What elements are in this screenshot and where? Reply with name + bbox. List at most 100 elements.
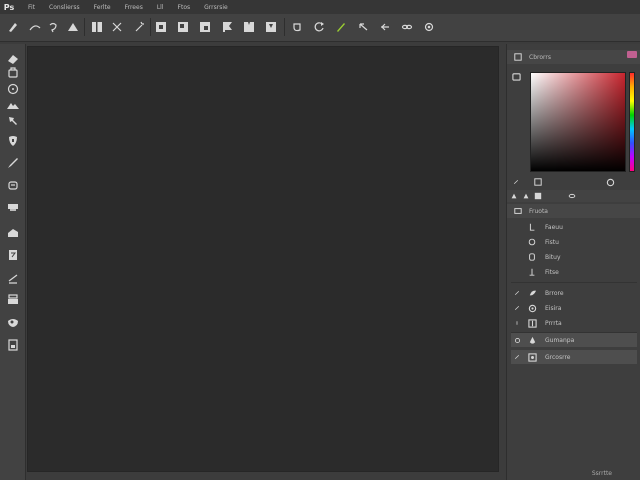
shape-icon[interactable]	[290, 20, 304, 34]
cross-icon[interactable]	[110, 20, 124, 34]
color-panel-header[interactable]: Cbrorrs	[507, 50, 640, 64]
rectangle-icon[interactable]	[5, 200, 21, 214]
frame-icon[interactable]	[198, 20, 212, 34]
tick-icon[interactable]	[511, 287, 523, 299]
target-icon[interactable]	[605, 177, 615, 187]
layer-label: Eisira	[545, 304, 562, 312]
menu-item-select[interactable]: Ftos	[178, 4, 191, 11]
menu-item-layer[interactable]: Frrees	[125, 4, 143, 11]
layers-panel-title: Fruota	[529, 207, 548, 215]
menu-item-type[interactable]: Lll	[157, 4, 164, 11]
right-panel: Cbrorrs Fruota Faeuu Fistu Bituy Fitse B…	[506, 44, 640, 480]
panel-icon[interactable]	[90, 20, 104, 34]
paint-icon[interactable]	[5, 226, 21, 240]
stamp-icon[interactable]	[5, 66, 21, 80]
layer-row[interactable]: Eisira	[511, 301, 637, 315]
move-icon[interactable]	[5, 114, 21, 128]
swatch-icon[interactable]	[627, 51, 637, 58]
rotate-icon[interactable]	[312, 20, 326, 34]
menu-item-file[interactable]: Fit	[28, 4, 35, 11]
color-controls	[507, 176, 640, 188]
frame-icon[interactable]	[176, 20, 190, 34]
layers-icon[interactable]	[5, 292, 21, 306]
mountain-icon[interactable]	[5, 98, 21, 112]
eyedropper-icon[interactable]	[512, 72, 521, 81]
pen-icon[interactable]	[334, 20, 348, 34]
layer-visibility[interactable]	[511, 251, 523, 263]
triangle-icon[interactable]	[509, 191, 519, 201]
tick-icon[interactable]	[511, 351, 523, 363]
link-icon[interactable]	[400, 20, 414, 34]
layer-row[interactable]: Prrrta	[511, 316, 637, 330]
menu-bar: Ps Fit Conslierss Ferlte Frrees Lll Ftos…	[0, 0, 640, 14]
palette-icon[interactable]	[5, 316, 21, 330]
bucket-icon[interactable]	[5, 178, 21, 192]
document-icon[interactable]	[5, 248, 21, 262]
layer-thumb-icon	[527, 352, 537, 362]
layer-row[interactable]: Faeuu	[511, 220, 637, 234]
document-canvas[interactable]	[27, 46, 499, 472]
gear-icon[interactable]	[422, 20, 436, 34]
layer-visibility[interactable]	[511, 236, 523, 248]
file-icon[interactable]	[5, 338, 21, 352]
layer-label: Grcosrre	[545, 353, 571, 361]
frame-icon[interactable]	[154, 20, 168, 34]
layer-visibility[interactable]	[511, 221, 523, 233]
lasso-icon[interactable]	[46, 20, 60, 34]
panel-tabs	[507, 190, 640, 202]
link-icon[interactable]	[567, 191, 577, 201]
triangle-icon[interactable]	[66, 20, 80, 34]
wand-icon[interactable]	[132, 20, 146, 34]
square-icon[interactable]	[533, 191, 543, 201]
layer-thumb-icon	[527, 288, 537, 298]
menu-item-filter[interactable]: Grrsrsie	[204, 4, 228, 11]
menu-item-edit[interactable]: Conslierss	[49, 4, 80, 11]
tick-icon[interactable]	[511, 302, 523, 314]
layer-row[interactable]: Bituy	[511, 250, 637, 264]
layer-row[interactable]: Brrore	[511, 286, 637, 300]
layers-panel-header[interactable]: Fruota	[507, 204, 640, 218]
eraser-icon[interactable]	[5, 52, 21, 66]
color-field[interactable]	[530, 72, 626, 172]
layer-row[interactable]: Fistu	[511, 235, 637, 249]
path-icon[interactable]	[28, 20, 42, 34]
hue-slider[interactable]	[629, 72, 635, 172]
circle-icon[interactable]	[5, 82, 21, 96]
tool-options-bar	[0, 14, 640, 42]
status-text: Ssrrtte	[591, 469, 612, 477]
brush-icon[interactable]	[6, 20, 20, 34]
triangle-icon[interactable]	[521, 191, 531, 201]
status-bar: Ssrrtte	[506, 466, 640, 480]
layer-thumb-icon	[527, 267, 537, 277]
layer-label: Fitse	[545, 268, 559, 276]
square-icon[interactable]	[533, 177, 543, 187]
layer-row-selected[interactable]: Gumanpa	[511, 333, 637, 347]
layer-thumb-icon	[527, 318, 537, 328]
circle-icon[interactable]	[511, 334, 523, 346]
layers-panel-icon	[513, 206, 523, 216]
frame-icon[interactable]	[264, 20, 278, 34]
shield-icon[interactable]	[5, 134, 21, 148]
app-logo[interactable]: Ps	[4, 2, 14, 12]
tools-panel	[0, 44, 26, 480]
layer-row[interactable]: Fitse	[511, 265, 637, 279]
layer-thumb-icon	[527, 303, 537, 313]
layer-label: Prrrta	[545, 319, 562, 327]
tick-icon	[511, 177, 521, 187]
menu-item-image[interactable]: Ferlte	[94, 4, 111, 11]
flag-icon[interactable]	[220, 20, 234, 34]
layer-visibility[interactable]	[511, 266, 523, 278]
layer-row-selected[interactable]: Grcosrre	[511, 350, 637, 364]
layer-label: Brrore	[545, 289, 564, 297]
layer-label: Gumanpa	[545, 336, 575, 344]
arrow-icon[interactable]	[356, 20, 370, 34]
drop-icon	[527, 335, 537, 345]
crop-icon[interactable]	[242, 20, 256, 34]
gradient-icon[interactable]	[5, 272, 21, 286]
arrow-icon[interactable]	[378, 20, 392, 34]
layer-thumb-icon	[527, 252, 537, 262]
brush-icon[interactable]	[5, 156, 21, 170]
tick-icon[interactable]	[511, 317, 523, 329]
layer-label: Bituy	[545, 253, 561, 261]
layer-thumb-icon	[527, 222, 537, 232]
